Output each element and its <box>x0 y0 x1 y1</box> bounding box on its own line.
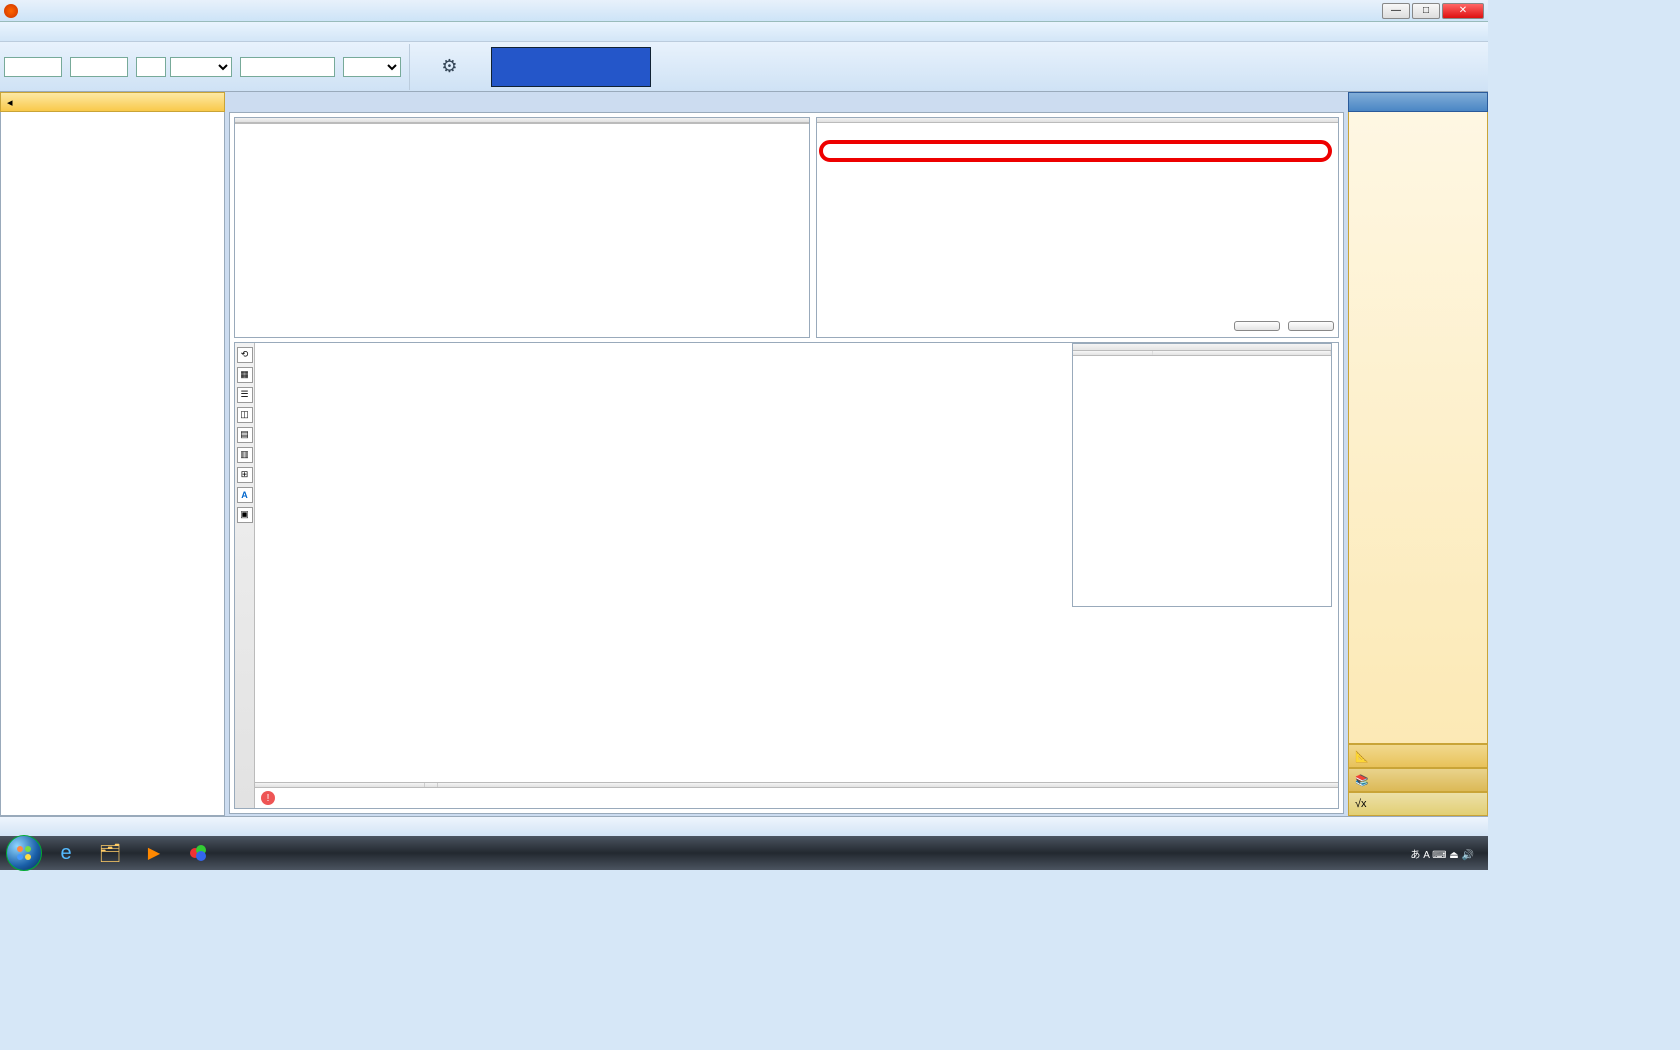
settings-panel-header <box>1348 92 1488 112</box>
error-icon: ! <box>261 791 275 805</box>
accordion-settings[interactable]: 📐 <box>1348 744 1488 768</box>
menu-bar <box>0 22 1488 42</box>
tool-icon[interactable]: ⊞ <box>237 467 253 483</box>
accordion-formula[interactable]: √x <box>1348 792 1488 816</box>
maximize-button[interactable]: □ <box>1412 3 1440 19</box>
source-results-grid[interactable] <box>235 124 809 337</box>
center-tabs <box>229 94 1344 112</box>
tool-icon[interactable]: A <box>237 487 253 503</box>
minimize-button[interactable]: — <box>1382 3 1410 19</box>
taskbar-ie-icon[interactable]: e <box>46 839 86 867</box>
start-input[interactable] <box>4 57 62 77</box>
accum-unit[interactable] <box>170 57 232 77</box>
desc-select[interactable] <box>343 57 401 77</box>
app-icon <box>4 4 18 18</box>
data-explorer-tree[interactable] <box>0 112 225 816</box>
tool-icon[interactable]: ▤ <box>237 427 253 443</box>
error-bar: ! <box>255 787 1338 808</box>
taskbar-explorer-icon[interactable]: 🗂 <box>90 839 130 867</box>
start-button[interactable] <box>6 835 42 871</box>
accordion-library[interactable]: 📚 <box>1348 768 1488 792</box>
settings-list <box>1348 112 1488 744</box>
accum-input[interactable] <box>136 57 166 77</box>
additional-properties-panel <box>1072 343 1332 607</box>
hitlist-grid[interactable] <box>817 123 1338 315</box>
tool-icon[interactable]: ◫ <box>237 407 253 423</box>
close-button[interactable]: ✕ <box>1442 3 1484 19</box>
chart-toolbar: ⟲ ▦ ☰ ◫ ▤ ▥ ⊞ A ▣ <box>235 343 255 808</box>
window-titlebar: — □ ✕ <box>0 0 1488 22</box>
tool-icon[interactable]: ▥ <box>237 447 253 463</box>
loadsettings-button[interactable]: ⚙ <box>409 44 489 90</box>
tool-icon[interactable]: ▣ <box>237 507 253 523</box>
data-explorer-header: ◂ <box>0 92 225 112</box>
instruction-message <box>491 47 651 87</box>
residual-search-button[interactable] <box>1288 321 1334 331</box>
sampleid-input[interactable] <box>240 57 335 77</box>
status-bar <box>0 816 1488 836</box>
windows-taskbar: e 🗂 ▶ あ A ⌨ ⏏ 🔊 <box>0 836 1488 870</box>
accept-besthit-button[interactable] <box>1234 321 1280 331</box>
tool-icon[interactable]: ⟲ <box>237 347 253 363</box>
toolbar: ⚙ <box>0 42 1488 92</box>
taskbar-media-icon[interactable]: ▶ <box>134 839 174 867</box>
end-input[interactable] <box>70 57 128 77</box>
taskbar-app-icon[interactable] <box>178 839 218 867</box>
tool-icon[interactable]: ▦ <box>237 367 253 383</box>
tray-icons[interactable]: あ A ⌨ ⏏ 🔊 <box>1410 846 1474 861</box>
gear-icon: ⚙ <box>438 55 462 79</box>
tool-icon[interactable]: ☰ <box>237 387 253 403</box>
